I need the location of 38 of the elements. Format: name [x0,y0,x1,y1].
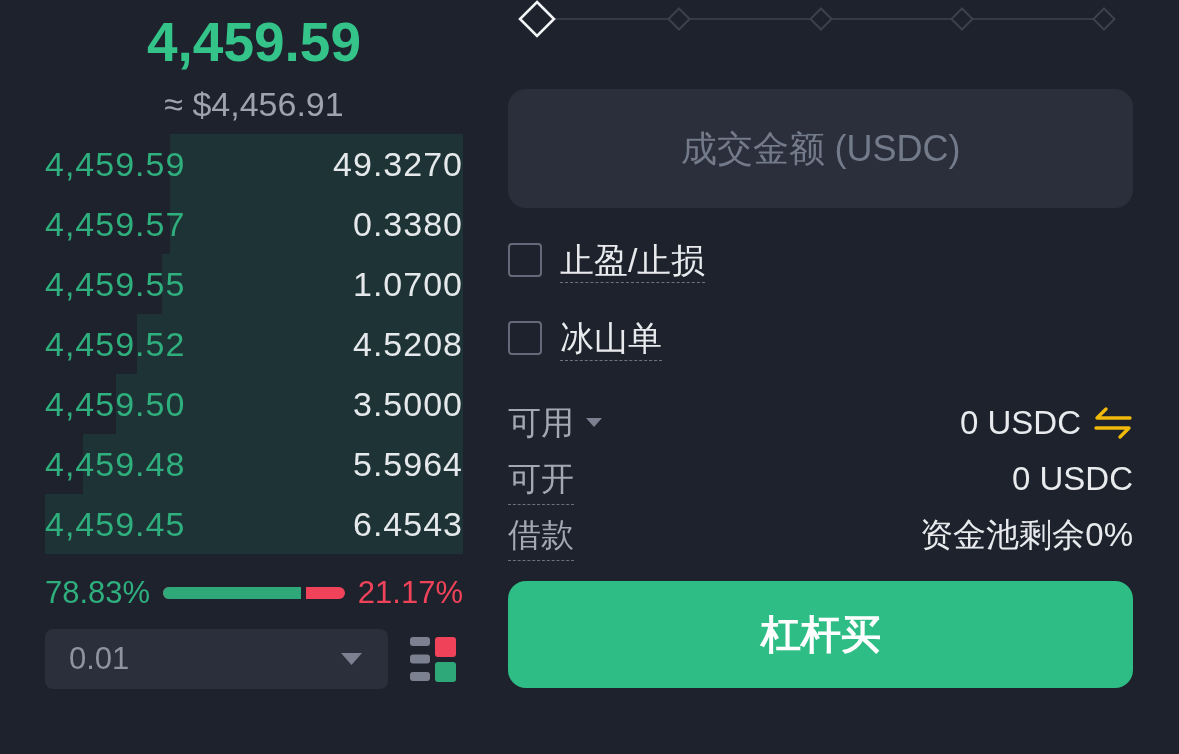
last-price: 4,459.59 [146,12,362,72]
balance-value: 资金池剩余0% [920,515,1133,555]
caret-icon [341,653,362,665]
balance-label[interactable]: 可用 [508,403,574,443]
option-label[interactable]: 冰山单 [560,319,662,361]
checkbox[interactable] [508,243,542,277]
bid-amount: 1.0700 [353,264,463,304]
bid-price: 4,459.52 [45,324,186,364]
bid-amount: 3.5000 [353,384,463,424]
bid-amount: 4.5208 [353,324,463,364]
sell-ratio: 21.17% [357,575,463,611]
slider-handle[interactable] [518,0,556,38]
diamond-icon [950,7,975,31]
bid-price: 4,459.45 [45,504,186,544]
balance-label[interactable]: 借款 [508,515,574,561]
amount-input[interactable]: 成交金额 (USDC) [508,89,1133,208]
balance-value: 0 USDC [1011,459,1133,499]
balance-label[interactable]: 可开 [508,459,574,505]
price-in-usd: ≈ $4,456.91 [164,84,344,124]
bid-price: 4,459.59 [45,144,186,184]
diamond-icon [666,7,691,31]
bid-price: 4,459.50 [45,384,186,424]
bid-amount: 49.3270 [333,144,463,184]
diamond-icon [1092,7,1116,31]
buy-ratio: 78.83% [45,575,151,611]
bid-amount: 5.5964 [353,444,463,484]
precision-select[interactable]: 0.01 [45,629,388,689]
bid-price: 4,459.55 [45,264,186,304]
caret-icon[interactable] [586,418,602,428]
book-layout-icon[interactable] [410,636,456,682]
diamond-icon [808,7,833,31]
bid-amount: 0.3380 [353,204,463,244]
checkbox[interactable] [508,321,542,355]
bid-price: 4,459.48 [45,444,186,484]
option-label[interactable]: 止盈/止损 [560,241,706,283]
bid-amount: 6.4543 [353,504,463,544]
balance-value: 0 USDC [959,403,1081,443]
bid-price: 4,459.57 [45,204,186,244]
